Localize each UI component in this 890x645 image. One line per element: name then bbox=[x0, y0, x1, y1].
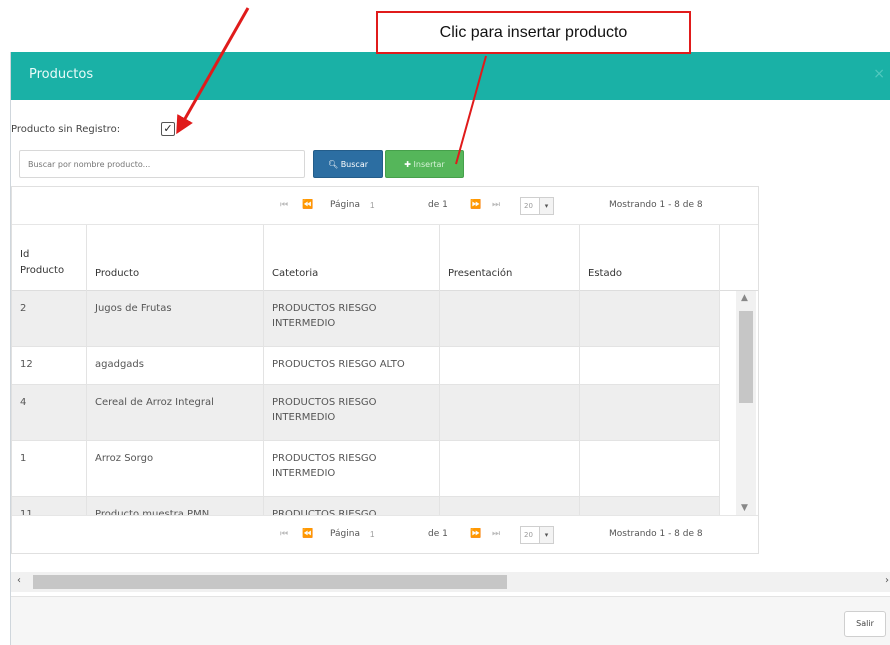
annotation-arrows bbox=[176, 7, 487, 165]
arrow-to-checkbox bbox=[176, 7, 250, 135]
arrow-to-insertar bbox=[455, 55, 487, 165]
